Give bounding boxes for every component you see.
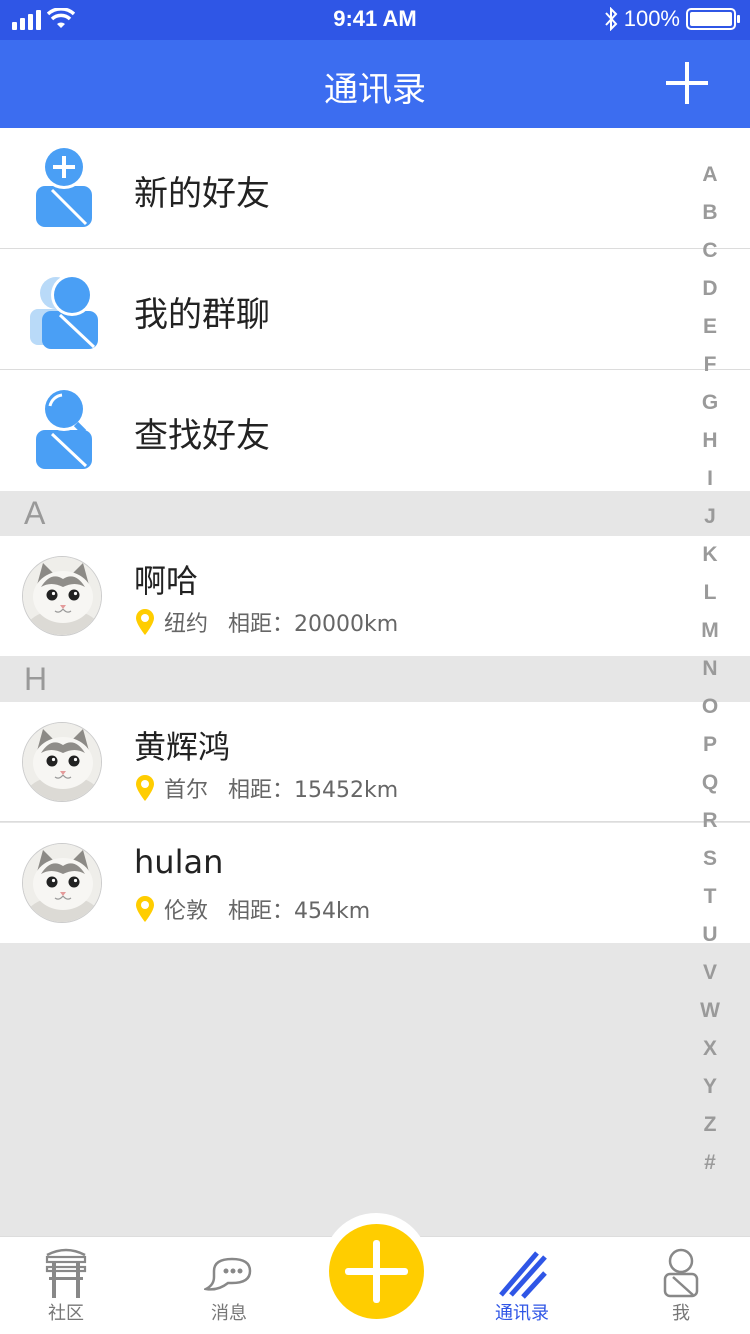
tab-label: 通讯录: [495, 1303, 549, 1324]
feature-new-friends[interactable]: 新的好友: [0, 128, 750, 249]
index-letter[interactable]: W: [698, 992, 722, 1030]
location-pin-icon: [136, 775, 154, 801]
contact-meta: 纽约 相距：20000km: [134, 606, 398, 638]
index-letter[interactable]: S: [698, 840, 722, 878]
battery-icon: [686, 8, 740, 30]
cat-avatar-icon: [23, 557, 101, 635]
index-letter[interactable]: P: [698, 726, 722, 764]
page-title: 通讯录: [324, 70, 426, 110]
index-letter[interactable]: C: [698, 232, 722, 270]
index-letter[interactable]: A: [698, 156, 722, 194]
contact-distance: 相距：454km: [228, 899, 371, 924]
avatar: [22, 843, 102, 923]
status-bar: 9:41 AM 100%: [0, 0, 750, 40]
tab-community[interactable]: 社区: [16, 1237, 116, 1334]
index-letter[interactable]: E: [698, 308, 722, 346]
feature-label: 我的群聊: [134, 295, 270, 335]
section-header-a: A: [0, 491, 750, 536]
index-letter[interactable]: H: [698, 422, 722, 460]
location-pin-icon: [136, 609, 154, 635]
avatar: [22, 556, 102, 636]
index-letter[interactable]: B: [698, 194, 722, 232]
feature-find-friends[interactable]: 查找好友: [0, 370, 750, 491]
index-letter[interactable]: J: [698, 498, 722, 536]
center-add-button[interactable]: [329, 1224, 424, 1319]
bluetooth-icon: [604, 7, 618, 31]
contact-row[interactable]: 啊哈 纽约 相距：20000km: [0, 536, 750, 656]
index-letter[interactable]: U: [698, 916, 722, 954]
index-letter[interactable]: F: [698, 346, 722, 384]
tab-contacts[interactable]: 通讯录: [472, 1237, 572, 1334]
contact-city: 纽约: [164, 612, 209, 637]
tab-profile[interactable]: 我: [631, 1237, 731, 1334]
community-icon: [45, 1248, 87, 1298]
group-chat-icon: [30, 274, 98, 349]
index-letter[interactable]: M: [698, 612, 722, 650]
contact-row[interactable]: 黄辉鸿 首尔 相距：15452km: [0, 702, 750, 822]
index-letter[interactable]: #: [698, 1144, 722, 1182]
message-icon: [204, 1257, 252, 1291]
contact-meta: 首尔 相距：15452km: [134, 772, 398, 804]
cat-avatar-icon: [23, 844, 101, 922]
tab-messages[interactable]: 消息: [179, 1237, 279, 1334]
contacts-icon: [499, 1251, 547, 1299]
contact-name: hulan: [134, 843, 224, 881]
contact-name: 黄辉鸿: [134, 728, 231, 766]
index-letter[interactable]: I: [698, 460, 722, 498]
add-friend-icon: [36, 146, 92, 227]
index-letter[interactable]: Z: [698, 1106, 722, 1144]
index-letter[interactable]: Y: [698, 1068, 722, 1106]
contact-name: 啊哈: [134, 562, 199, 600]
index-letter[interactable]: L: [698, 574, 722, 612]
contact-distance: 相距：15452km: [228, 778, 399, 803]
index-letter[interactable]: O: [698, 688, 722, 726]
cat-avatar-icon: [23, 723, 101, 801]
add-contact-button[interactable]: [666, 62, 708, 104]
avatar: [22, 722, 102, 802]
index-letter[interactable]: Q: [698, 764, 722, 802]
battery-percent: 100%: [623, 6, 680, 31]
index-letter[interactable]: T: [698, 878, 722, 916]
index-letter[interactable]: K: [698, 536, 722, 574]
contact-city: 伦敦: [164, 899, 209, 924]
header: 通讯录: [0, 40, 750, 128]
index-letter[interactable]: D: [698, 270, 722, 308]
profile-icon: [663, 1248, 699, 1298]
index-letter[interactable]: R: [698, 802, 722, 840]
index-letter[interactable]: N: [698, 650, 722, 688]
contact-distance: 相距：20000km: [228, 612, 399, 637]
status-right: 100%: [604, 6, 740, 32]
section-header-h: H: [0, 657, 750, 702]
battery-fill: [690, 12, 732, 26]
contact-city: 首尔: [164, 778, 209, 803]
index-letter[interactable]: X: [698, 1030, 722, 1068]
tab-label: 消息: [211, 1303, 247, 1324]
contact-meta: 伦敦 相距：454km: [134, 893, 370, 925]
alphabet-index[interactable]: A B C D E F G H I J K L M N O P Q R S T U V W X Y Z #: [698, 156, 722, 1182]
location-pin-icon: [136, 896, 154, 922]
tab-label: 社区: [48, 1303, 84, 1324]
index-letter[interactable]: G: [698, 384, 722, 422]
index-letter[interactable]: V: [698, 954, 722, 992]
feature-my-groups[interactable]: 我的群聊: [0, 249, 750, 370]
feature-label: 查找好友: [134, 416, 270, 456]
feature-label: 新的好友: [134, 174, 270, 214]
search-friend-icon: [36, 388, 92, 469]
section-letter: H: [24, 661, 48, 697]
section-letter: A: [24, 495, 46, 531]
tab-label: 我: [672, 1303, 690, 1324]
feature-list: 新的好友 我的群聊 查找好友: [0, 128, 750, 491]
contact-row[interactable]: hulan 伦敦 相距：454km: [0, 823, 750, 943]
